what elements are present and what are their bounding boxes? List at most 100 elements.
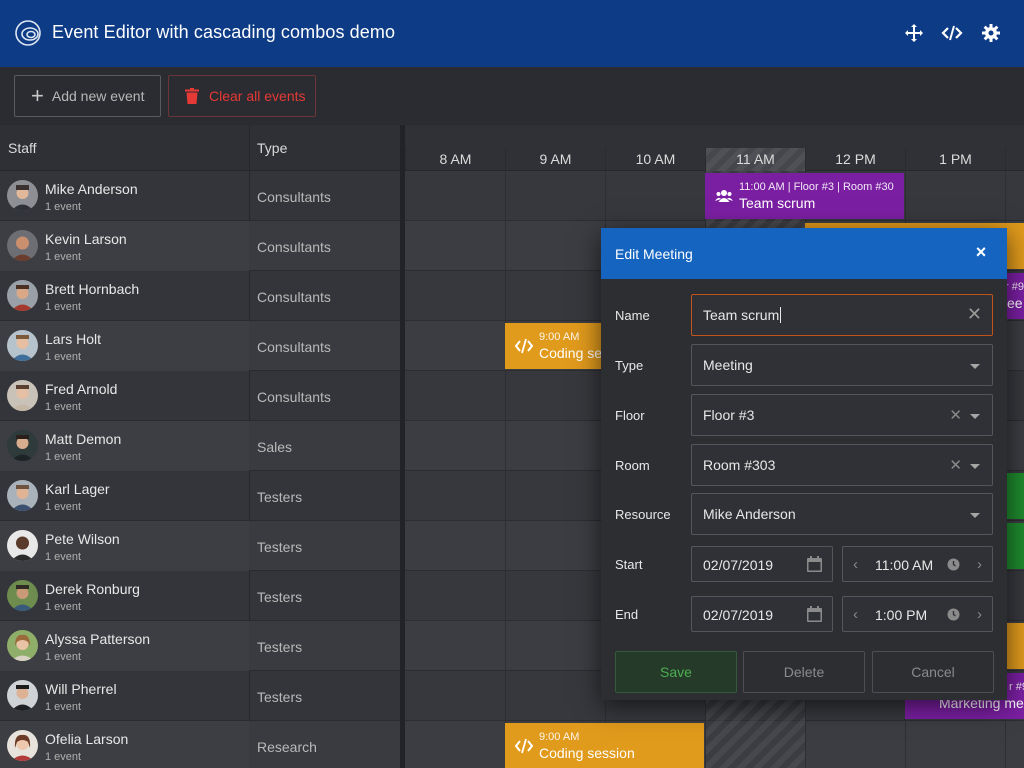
type-label: Type bbox=[615, 358, 644, 373]
column-header-type[interactable]: Type bbox=[257, 140, 287, 156]
clock-icon bbox=[947, 608, 960, 621]
event-count: 1 event bbox=[45, 251, 82, 263]
avatar bbox=[7, 380, 38, 411]
chevron-left-icon[interactable]: ‹ bbox=[853, 606, 858, 623]
staff-name: Matt Demon bbox=[45, 431, 122, 447]
app-window: Event Editor with cascading combos demo … bbox=[0, 0, 1024, 768]
timeline-date-header bbox=[405, 125, 1024, 148]
table-row[interactable]: Will Pherrel 1 event Testers bbox=[0, 671, 400, 721]
code-icon[interactable] bbox=[941, 22, 963, 44]
clear-icon[interactable]: ✕ bbox=[949, 406, 962, 424]
event-block[interactable] bbox=[1005, 523, 1024, 569]
start-date-field[interactable]: 02/07/2019 bbox=[691, 546, 833, 582]
event-block[interactable] bbox=[1005, 623, 1024, 669]
name-field[interactable]: Team scrum ✕ bbox=[691, 294, 993, 336]
table-row[interactable]: Pete Wilson 1 event Testers bbox=[0, 521, 400, 571]
name-text: Team scrum bbox=[703, 307, 780, 323]
event-team-scrum[interactable]: 11:00 AM | Floor #3 | Room #30 Team scru… bbox=[705, 173, 904, 219]
event-count: 1 event bbox=[45, 351, 82, 363]
avatar bbox=[7, 430, 38, 461]
event-block[interactable]: r #9 ee bbox=[1005, 273, 1024, 319]
chevron-down-icon[interactable] bbox=[970, 414, 980, 419]
staff-name: Alyssa Patterson bbox=[45, 631, 151, 647]
chevron-left-icon[interactable]: ‹ bbox=[853, 556, 858, 573]
calendar-icon[interactable] bbox=[807, 556, 822, 572]
room-value: Room #303 bbox=[703, 457, 776, 473]
cancel-button[interactable]: Cancel bbox=[872, 651, 994, 693]
avatar bbox=[7, 280, 38, 311]
end-date-field[interactable]: 02/07/2019 bbox=[691, 596, 833, 632]
close-icon[interactable]: × bbox=[973, 243, 989, 261]
grid-header: Staff Type bbox=[0, 125, 400, 171]
table-row[interactable]: Derek Ronburg 1 event Testers bbox=[0, 571, 400, 621]
type-cell: Consultants bbox=[257, 389, 331, 405]
staff-name: Derek Ronburg bbox=[45, 581, 140, 597]
chevron-down-icon[interactable] bbox=[970, 464, 980, 469]
table-row[interactable]: Brett Hornbach 1 event Consultants bbox=[0, 271, 400, 321]
hour-label: 10 AM bbox=[605, 148, 705, 171]
end-time-value: 1:00 PM bbox=[875, 607, 928, 623]
trash-icon bbox=[185, 88, 199, 104]
event-count: 1 event bbox=[45, 701, 82, 713]
toolbar: + Add new event Clear all events bbox=[0, 67, 1024, 125]
event-title: ee bbox=[1007, 295, 1023, 311]
calendar-icon[interactable] bbox=[807, 606, 822, 622]
floor-label: Floor bbox=[615, 408, 645, 423]
table-row[interactable]: Karl Lager 1 event Testers bbox=[0, 471, 400, 521]
clear-icon[interactable]: ✕ bbox=[949, 456, 962, 474]
avatar bbox=[7, 180, 38, 211]
clear-events-button[interactable]: Clear all events bbox=[168, 75, 316, 117]
table-row[interactable]: Lars Holt 1 event Consultants bbox=[0, 321, 400, 371]
staff-cell: Derek Ronburg 1 event bbox=[0, 571, 249, 621]
type-value: Meeting bbox=[703, 357, 753, 373]
event-coding-session[interactable]: 9:00 AM Coding session bbox=[505, 723, 704, 768]
type-cell: Sales bbox=[257, 439, 293, 455]
staff-name: Lars Holt bbox=[45, 331, 102, 347]
chevron-down-icon[interactable] bbox=[970, 364, 980, 369]
table-row[interactable]: Kevin Larson 1 event Consultants bbox=[0, 221, 400, 271]
add-event-button[interactable]: + Add new event bbox=[14, 75, 161, 117]
name-value: Team scrum bbox=[703, 307, 782, 323]
start-time-value: 11:00 AM bbox=[875, 557, 934, 573]
staff-name: Kevin Larson bbox=[45, 231, 127, 247]
resource-select[interactable]: Mike Anderson bbox=[691, 493, 993, 535]
room-select[interactable]: Room #303 ✕ bbox=[691, 444, 993, 486]
avatar bbox=[7, 630, 38, 661]
start-date-value: 02/07/2019 bbox=[703, 557, 774, 573]
chevron-right-icon[interactable]: › bbox=[977, 606, 982, 623]
clear-icon[interactable]: ✕ bbox=[967, 304, 982, 325]
table-row[interactable]: Ofelia Larson 1 event Research bbox=[0, 721, 400, 768]
floor-select[interactable]: Floor #3 ✕ bbox=[691, 394, 993, 436]
type-cell: Consultants bbox=[257, 289, 331, 305]
delete-button[interactable]: Delete bbox=[743, 651, 865, 693]
chevron-right-icon[interactable]: › bbox=[977, 556, 982, 573]
table-row[interactable]: Alyssa Patterson 1 event Testers bbox=[0, 621, 400, 671]
hour-label: 9 AM bbox=[505, 148, 605, 171]
table-row[interactable]: Fred Arnold 1 event Consultants bbox=[0, 371, 400, 421]
type-cell: Testers bbox=[257, 539, 303, 555]
move-icon[interactable] bbox=[903, 22, 925, 44]
hour-label bbox=[1005, 148, 1024, 171]
type-select[interactable]: Meeting bbox=[691, 344, 993, 386]
gear-icon[interactable] bbox=[980, 22, 1002, 44]
staff-name: Mike Anderson bbox=[45, 181, 138, 197]
column-header-staff[interactable]: Staff bbox=[8, 140, 37, 156]
event-title: Coding session bbox=[539, 745, 635, 761]
end-time-field[interactable]: ‹ 1:00 PM › bbox=[842, 596, 993, 632]
staff-cell: Brett Hornbach 1 event bbox=[0, 271, 249, 321]
users-icon bbox=[715, 190, 733, 202]
staff-cell: Matt Demon 1 event bbox=[0, 421, 249, 471]
plus-icon: + bbox=[31, 83, 44, 108]
table-row[interactable]: Matt Demon 1 event Sales bbox=[0, 421, 400, 471]
chevron-down-icon[interactable] bbox=[970, 513, 980, 518]
event-count: 1 event bbox=[45, 601, 82, 613]
hour-label: 12 PM bbox=[805, 148, 905, 171]
staff-name: Fred Arnold bbox=[45, 381, 118, 397]
avatar bbox=[7, 680, 38, 711]
event-details: r #9 bbox=[1009, 681, 1024, 693]
save-button[interactable]: Save bbox=[615, 651, 737, 693]
hour-label: 1 PM bbox=[905, 148, 1005, 171]
start-time-field[interactable]: ‹ 11:00 AM › bbox=[842, 546, 993, 582]
event-block[interactable] bbox=[1005, 473, 1024, 519]
table-row[interactable]: Mike Anderson 1 event Consultants bbox=[0, 171, 400, 221]
